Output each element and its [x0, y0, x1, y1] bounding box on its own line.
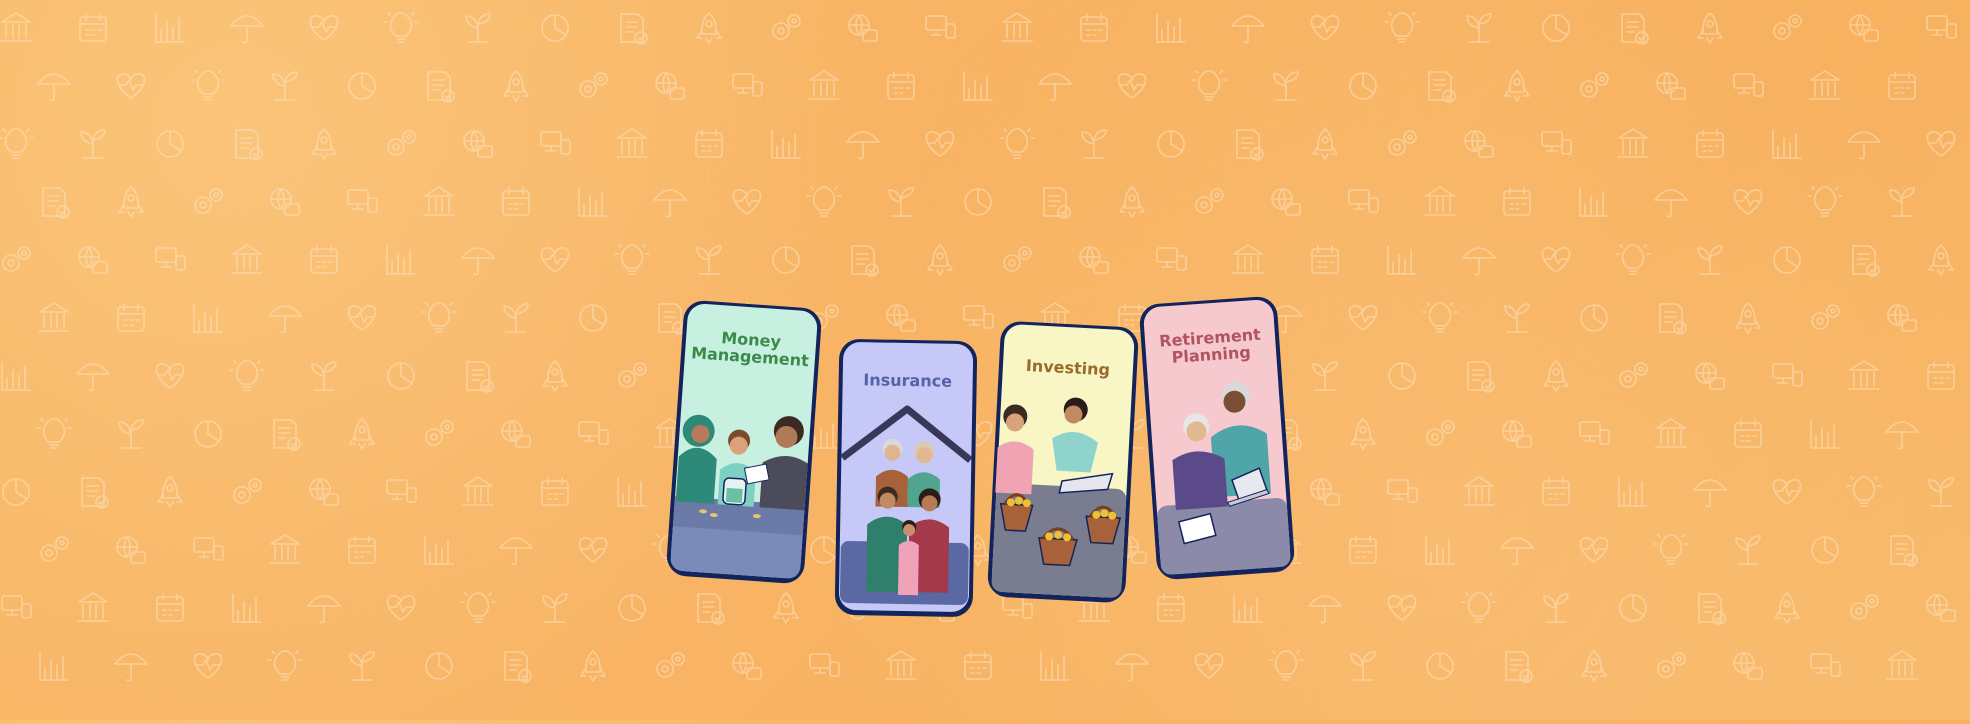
money-management-card[interactable]: Money Management: [662, 296, 825, 587]
retirement-planning-card[interactable]: Retirement Planning: [1135, 292, 1298, 583]
insurance-label: Insurance: [863, 370, 953, 391]
insurance-card[interactable]: Insurance: [832, 336, 981, 620]
service-cards: Money Management Insurance Investing Ret…: [0, 0, 1970, 720]
investing-card[interactable]: Investing: [984, 317, 1143, 606]
